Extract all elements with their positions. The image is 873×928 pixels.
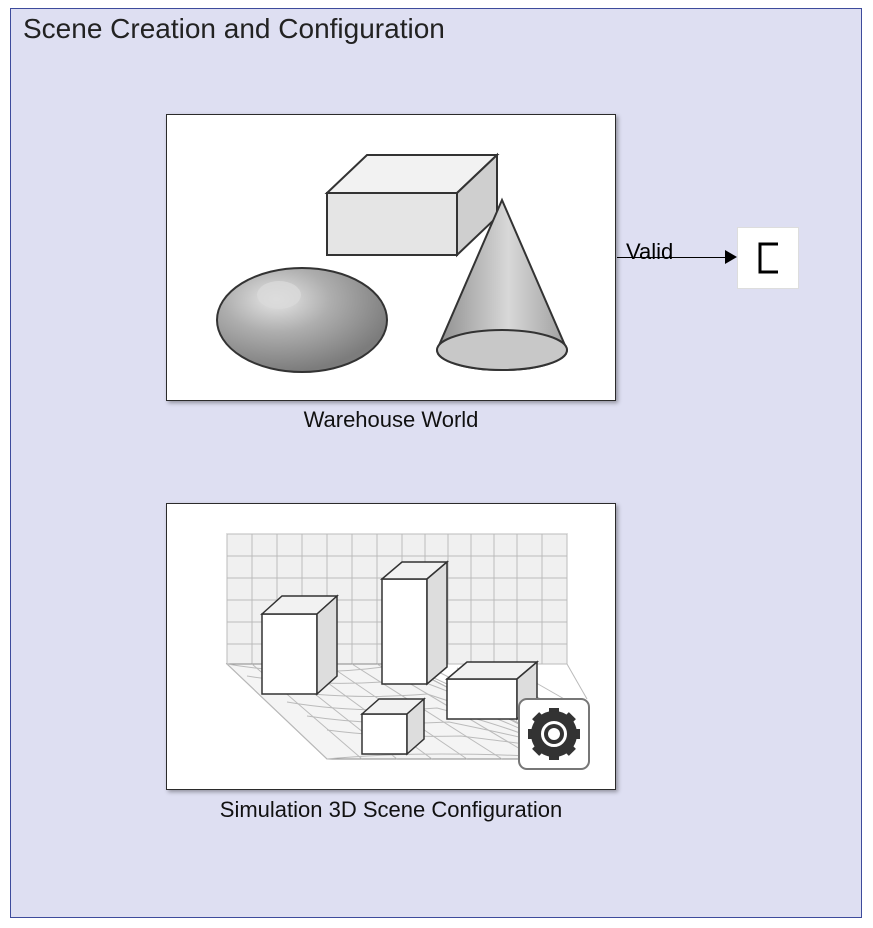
warehouse-world-label: Warehouse World xyxy=(166,407,616,433)
scene-config-block[interactable] xyxy=(166,503,616,790)
ellipsoid-icon xyxy=(217,268,387,372)
signal-arrowhead xyxy=(725,250,737,264)
warehouse-world-block[interactable] xyxy=(166,114,616,401)
terminator-block[interactable] xyxy=(737,227,799,289)
box-icon xyxy=(327,155,497,255)
scene-3d-icon xyxy=(167,504,615,789)
panel-title: Scene Creation and Configuration xyxy=(23,13,445,45)
gear-icon xyxy=(519,699,589,769)
port-valid-label: Valid xyxy=(626,239,673,265)
scene-config-label: Simulation 3D Scene Configuration xyxy=(166,797,616,823)
shapes-icon xyxy=(167,115,615,400)
terminator-icon xyxy=(738,228,798,288)
diagram-panel: Scene Creation and Configuration xyxy=(10,8,862,918)
signal-line xyxy=(617,257,727,258)
